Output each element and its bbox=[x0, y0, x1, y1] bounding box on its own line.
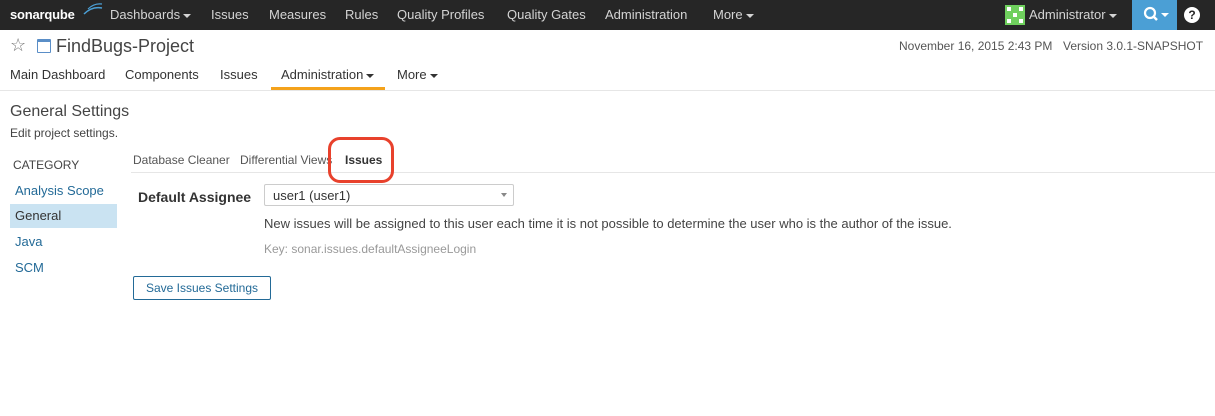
setting-description: New issues will be assigned to this user… bbox=[264, 216, 952, 231]
project-version: Version 3.0.1-SNAPSHOT bbox=[1063, 39, 1204, 53]
save-issues-settings-button[interactable]: Save Issues Settings bbox=[133, 276, 271, 300]
analysis-date: November 16, 2015 2:43 PM bbox=[899, 39, 1053, 53]
tab-administration[interactable]: Administration bbox=[281, 67, 375, 82]
project-header: ☆ FindBugs-Project November 16, 2015 2:4… bbox=[0, 30, 1215, 91]
selected-value: user1 (user1) bbox=[273, 188, 351, 203]
search-icon bbox=[1143, 6, 1169, 21]
category-scm[interactable]: SCM bbox=[10, 256, 117, 280]
nav-quality-profiles[interactable]: Quality Profiles bbox=[397, 0, 484, 30]
category-analysis-scope[interactable]: Analysis Scope bbox=[10, 179, 117, 203]
setting-key: Key: sonar.issues.defaultAssigneeLogin bbox=[264, 242, 477, 256]
chevron-down-icon bbox=[183, 13, 192, 18]
page-title: General Settings bbox=[10, 103, 130, 120]
nav-measures[interactable]: Measures bbox=[269, 0, 326, 30]
tabs-divider bbox=[131, 172, 1215, 173]
default-assignee-select[interactable]: user1 (user1) bbox=[264, 184, 514, 206]
top-navigation-bar: sonarqube Dashboards Issues Measures Rul… bbox=[0, 0, 1215, 30]
logo-text: sonarqube bbox=[10, 7, 75, 22]
chevron-down-icon bbox=[745, 13, 754, 18]
nav-administration[interactable]: Administration bbox=[605, 0, 687, 30]
category-general[interactable]: General bbox=[10, 204, 117, 228]
user-avatar[interactable] bbox=[1005, 5, 1025, 25]
chevron-down-icon bbox=[366, 73, 375, 78]
tab-database-cleaner[interactable]: Database Cleaner bbox=[133, 153, 230, 167]
nav-quality-gates[interactable]: Quality Gates bbox=[507, 0, 586, 30]
annotation-highlight-circle bbox=[328, 137, 394, 183]
chevron-down-icon bbox=[1108, 13, 1117, 18]
tab-more[interactable]: More bbox=[397, 67, 438, 82]
tab-main-dashboard[interactable]: Main Dashboard bbox=[10, 67, 105, 82]
tab-issues[interactable]: Issues bbox=[220, 67, 258, 82]
page-subtitle: Edit project settings. bbox=[10, 126, 119, 140]
logo-arcs-icon bbox=[83, 3, 103, 15]
category-java[interactable]: Java bbox=[10, 230, 117, 254]
nav-more[interactable]: More bbox=[713, 0, 754, 30]
search-button[interactable] bbox=[1132, 0, 1177, 30]
default-assignee-label: Default Assignee bbox=[138, 189, 252, 205]
tab-differential-views[interactable]: Differential Views bbox=[240, 153, 332, 167]
user-menu[interactable]: Administrator bbox=[1029, 0, 1117, 30]
nav-issues[interactable]: Issues bbox=[211, 0, 249, 30]
active-tab-indicator bbox=[271, 87, 385, 90]
dropdown-arrow-icon bbox=[501, 193, 507, 197]
tab-components[interactable]: Components bbox=[125, 67, 199, 82]
nav-rules[interactable]: Rules bbox=[345, 0, 378, 30]
help-icon[interactable]: ? bbox=[1184, 7, 1200, 23]
sonarqube-logo[interactable]: sonarqube bbox=[10, 3, 103, 22]
project-title: FindBugs-Project bbox=[56, 36, 195, 56]
nav-dashboards[interactable]: Dashboards bbox=[110, 0, 192, 30]
category-heading: CATEGORY bbox=[13, 158, 80, 172]
chevron-down-icon bbox=[429, 73, 438, 78]
favorite-star-icon[interactable]: ☆ bbox=[10, 35, 26, 56]
project-icon bbox=[37, 39, 51, 53]
